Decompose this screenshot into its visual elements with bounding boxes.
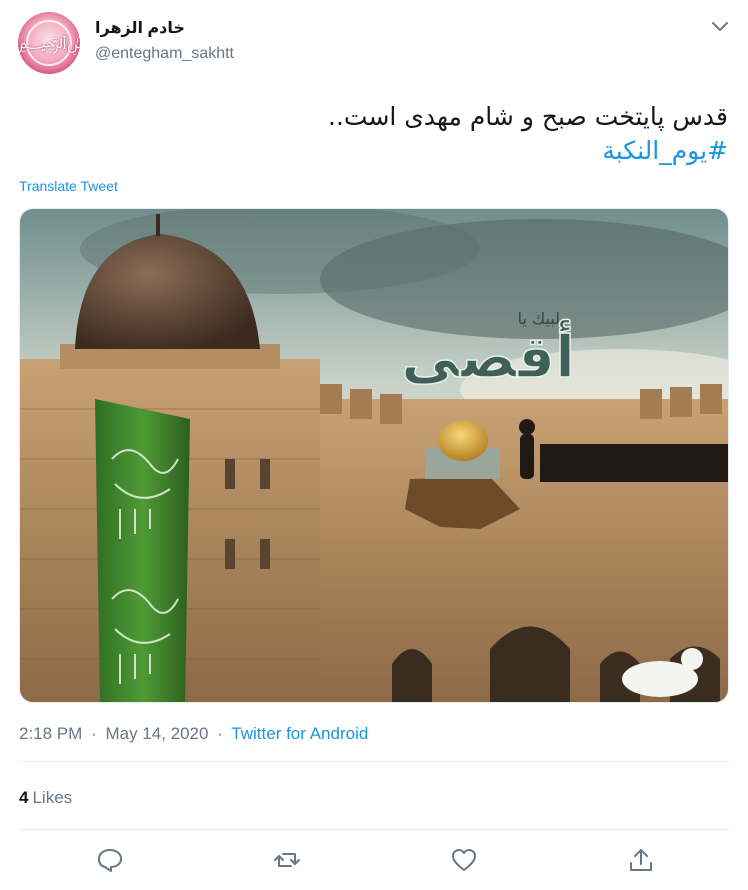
poster-title: أقصى: [401, 319, 575, 391]
retweet-icon[interactable]: [273, 846, 301, 874]
white-dove-head: [681, 648, 703, 670]
avatar[interactable]: ﷽: [18, 12, 80, 74]
green-banner: [95, 399, 190, 702]
tweet-time[interactable]: 2:18 PM: [19, 724, 82, 743]
avatar-calligraphy: ﷽: [18, 29, 80, 60]
display-name[interactable]: خادم الزهرا: [95, 18, 185, 38]
hashtag-link[interactable]: #یوم_النکبة: [28, 134, 728, 168]
likes-label: Likes: [32, 788, 73, 807]
heart-icon[interactable]: [450, 846, 478, 874]
tweet-date[interactable]: May 14, 2020: [105, 724, 208, 743]
meta-separator: ·: [217, 724, 223, 743]
likes-count: 4: [19, 788, 29, 807]
tweet-body: قدس پایتخت صبح و شام مهدی است..: [328, 102, 728, 131]
share-icon[interactable]: [627, 846, 655, 874]
translate-tweet-link[interactable]: Translate Tweet: [19, 178, 118, 194]
tweet-image[interactable]: لبيك يا أقصى: [19, 208, 729, 703]
divider: [19, 829, 729, 830]
meta-separator: ·: [91, 724, 97, 743]
dome-finial: [156, 214, 160, 236]
al-aqsa-poster: لبيك يا أقصى: [20, 209, 728, 702]
tweet-source-link[interactable]: Twitter for Android: [231, 724, 368, 743]
tweet-meta: 2:18 PM · May 14, 2020 · Twitter for And…: [19, 724, 368, 744]
divider: [19, 761, 729, 762]
tweet-card: ﷽ خادم الزهرا @entegham_sakhtt قدس پایتخ…: [0, 0, 748, 890]
chevron-down-icon[interactable]: [709, 18, 731, 36]
tweet-text: قدس پایتخت صبح و شام مهدی است.. #یوم_الن…: [28, 100, 728, 168]
golden-dome: [438, 421, 488, 461]
user-handle[interactable]: @entegham_sakhtt: [95, 45, 234, 63]
reply-icon[interactable]: [96, 846, 124, 874]
likes-stat[interactable]: 4 Likes: [19, 788, 72, 808]
